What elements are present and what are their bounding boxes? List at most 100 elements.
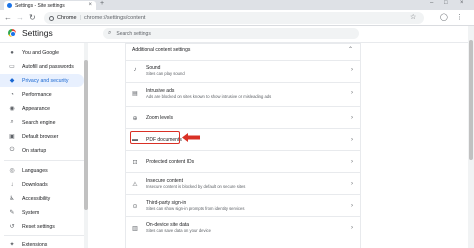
omnibox-host: Chrome [57, 15, 77, 21]
red-arrow-icon [182, 133, 200, 142]
autofill-icon: ▭ [9, 64, 15, 70]
back-arrow-icon[interactable]: ← [4, 13, 12, 22]
row-subtitle: Ads are blocked on sites known to show i… [146, 94, 272, 99]
setting-row-protected-content[interactable]: ⊡ Protected content IDs › [125, 150, 361, 172]
forward-arrow-icon[interactable]: → [16, 13, 24, 22]
bookmark-star-icon[interactable]: ☆ [410, 13, 416, 21]
reload-icon[interactable]: ↻ [29, 13, 36, 22]
search-placeholder: Search settings [116, 30, 151, 37]
sound-icon: ♪ [133, 67, 137, 73]
sidebar-item-languages[interactable]: ◎ Languages [0, 164, 90, 177]
sidebar-item-performance[interactable]: ◔ Performance [0, 88, 90, 101]
protected-content-icon: ⊡ [132, 160, 138, 166]
additional-content-settings-header[interactable]: Additional content settings ⌃ [125, 43, 361, 57]
sidebar-divider [4, 160, 84, 161]
sidebar-item-you-and-google[interactable]: ● You and Google [0, 46, 90, 59]
row-title: Protected content IDs [146, 159, 195, 165]
chrome-logo-icon [8, 29, 16, 37]
sidebar-item-label: You and Google [22, 49, 60, 56]
sidebar-item-label: Privacy and security [22, 77, 69, 84]
sidebar-item-label: Reset settings [22, 223, 55, 230]
reset-icon: ↺ [9, 224, 15, 230]
minimize-icon[interactable]: – [430, 0, 433, 6]
sidebar-item-label: Languages [22, 167, 48, 174]
sidebar-item-label: Extensions [22, 241, 48, 248]
chevron-right-icon: › [351, 159, 353, 165]
sidebar-divider [4, 235, 84, 236]
chevron-right-icon: › [351, 115, 353, 121]
ads-icon: ▤ [132, 91, 138, 97]
row-subtitle: Insecure content is blocked by default o… [146, 184, 246, 189]
accessibility-icon: ♿ [9, 196, 15, 202]
download-icon: ↓ [10, 181, 14, 188]
sidebar-item-appearance[interactable]: ◉ Appearance [0, 102, 90, 115]
chevron-right-icon: › [351, 203, 353, 209]
puzzle-icon: ✦ [9, 242, 15, 248]
row-title: Zoom levels [146, 115, 173, 121]
power-icon: ⏻ [9, 147, 15, 153]
section-label: Additional content settings [132, 47, 191, 53]
sidebar-item-search-engine[interactable]: ⌕ Search engine [0, 116, 90, 129]
search-settings-input[interactable]: ⌕ Search settings [103, 28, 359, 39]
sidebar-item-label: Appearance [22, 105, 50, 112]
sidebar-item-on-startup[interactable]: ⏻ On startup [0, 144, 90, 157]
chevron-right-icon: › [351, 90, 353, 96]
sidebar-item-label: System [22, 209, 40, 216]
sidebar-item-accessibility[interactable]: ♿ Accessibility [0, 192, 90, 205]
sidebar-item-privacy[interactable]: ◆ Privacy and security [0, 74, 84, 87]
chrome-site-icon [49, 15, 54, 21]
chevron-right-icon: › [351, 225, 353, 231]
page-scroll-thumb[interactable] [469, 40, 473, 160]
sidebar-item-extensions[interactable]: ✦ Extensions [0, 238, 90, 248]
maximize-icon[interactable]: □ [444, 0, 448, 6]
sidebar-item-system[interactable]: ✎ System [0, 206, 90, 219]
storage-icon: ▥ [132, 226, 138, 232]
search-engine-icon: ⌕ [10, 119, 14, 125]
pdf-highlight-box [130, 131, 180, 144]
setting-row-third-party-signin[interactable]: ⊙ Third-party sign-in Sites can show sig… [125, 194, 361, 216]
signin-icon: ⊙ [132, 204, 138, 210]
setting-row-intrusive-ads[interactable]: ▤ Intrusive ads Ads are blocked on sites… [125, 82, 361, 104]
speedometer-icon: ◔ [10, 91, 14, 98]
sidebar-item-reset[interactable]: ↺ Reset settings [0, 220, 90, 233]
sidebar-item-autofill[interactable]: ▭ Autofill and passwords [0, 60, 90, 73]
tab-settings[interactable]: Settings - Site settings × [4, 1, 96, 10]
row-subtitle: Sites can play sound [146, 71, 185, 76]
globe-icon: ◎ [9, 168, 15, 174]
wrench-icon: ✎ [9, 210, 15, 216]
warning-icon: ⚠ [132, 182, 138, 188]
sidebar-item-downloads[interactable]: ↓ Downloads [0, 178, 90, 191]
sidebar-item-label: Downloads [22, 181, 48, 188]
setting-row-sound[interactable]: ♪ Sound Sites can play sound › [125, 60, 361, 80]
tab-close-icon[interactable]: × [88, 2, 92, 8]
sidebar-item-label: Default browser [22, 133, 59, 140]
person-icon: ● [10, 49, 14, 56]
chevron-up-icon[interactable]: ⌃ [348, 46, 353, 53]
sidebar-item-default-browser[interactable]: ▣ Default browser [0, 130, 90, 143]
shield-icon: ◆ [9, 78, 15, 84]
omnibox-url: chrome://settings/content [84, 15, 146, 21]
sidebar-item-label: On startup [22, 147, 47, 154]
chevron-right-icon: › [351, 181, 353, 187]
address-bar[interactable]: Chrome | chrome://settings/content [44, 12, 424, 24]
setting-row-zoom-levels[interactable]: ⊕ Zoom levels › [125, 106, 361, 128]
sidebar-item-label: Accessibility [22, 195, 51, 202]
chevron-right-icon: › [351, 67, 353, 73]
row-subtitle: Sites can show sign-in prompts from iden… [146, 206, 245, 211]
zoom-icon: ⊕ [132, 116, 138, 122]
row-subtitle: Sites can save data on your device [146, 228, 211, 233]
sidebar-scroll-thumb[interactable] [84, 60, 88, 210]
omnibox-separator: | [79, 15, 81, 21]
setting-row-insecure-content[interactable]: ⚠ Insecure content Insecure content is b… [125, 172, 361, 194]
setting-row-on-device-data[interactable]: ▥ On-device site data Sites can save dat… [125, 216, 361, 238]
sidebar-item-label: Autofill and passwords [22, 63, 74, 70]
palette-icon: ◉ [9, 106, 15, 112]
page-title: Settings [22, 28, 53, 38]
tab-title: Settings - Site settings [15, 2, 65, 9]
more-menu-icon[interactable]: ⋮ [456, 13, 463, 21]
chevron-right-icon: › [351, 137, 353, 143]
search-icon: ⌕ [108, 30, 112, 36]
new-tab-button[interactable]: + [100, 0, 104, 7]
window-close-icon[interactable]: × [460, 0, 464, 6]
profile-icon[interactable]: ◯ [440, 13, 448, 21]
